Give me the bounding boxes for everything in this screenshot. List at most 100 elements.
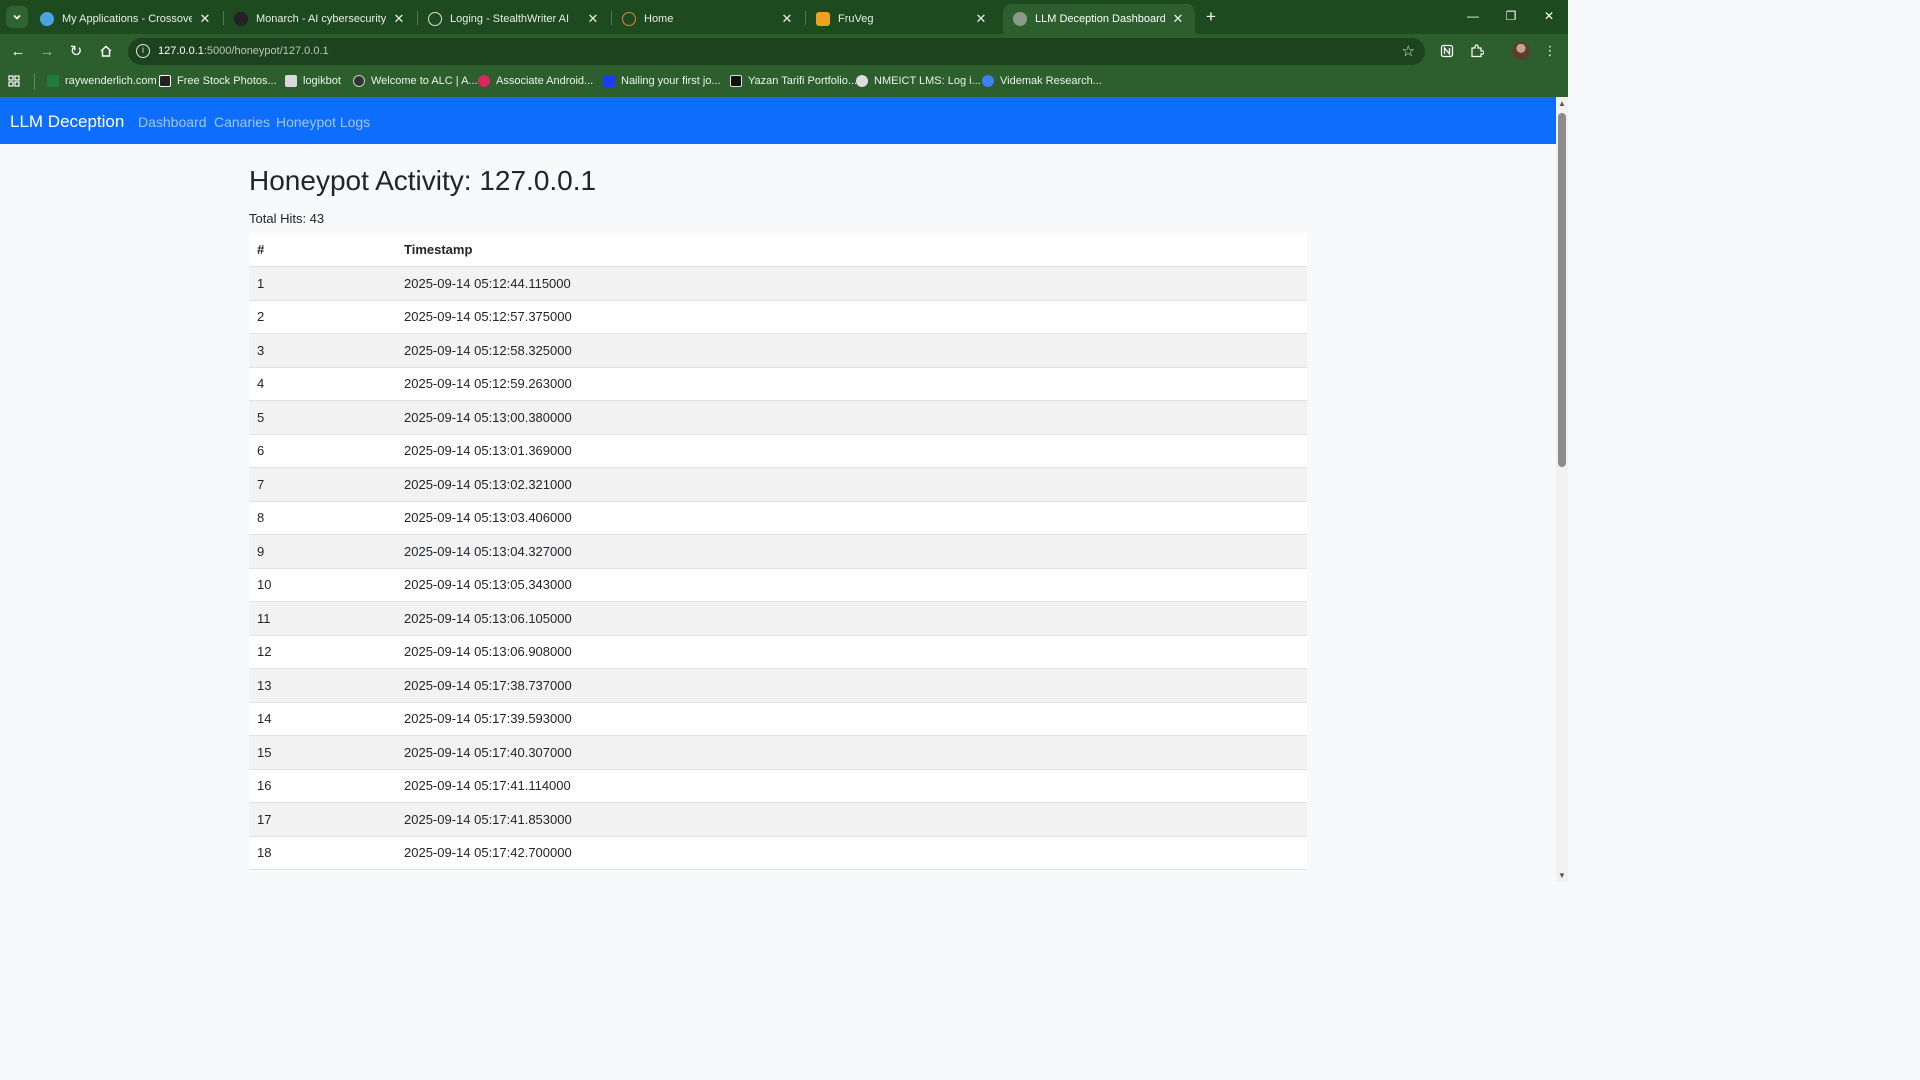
table-row: 3 2025-09-14 05:12:58.325000 xyxy=(249,333,1307,368)
profile-avatar[interactable] xyxy=(1512,42,1530,60)
home-button[interactable] xyxy=(96,41,116,61)
minimize-icon: — xyxy=(1467,9,1479,23)
close-tab-icon[interactable]: ✕ xyxy=(1171,11,1185,27)
bookmark-label: NMEICT LMS: Log i... xyxy=(874,75,981,87)
nav-link-honeypot-logs[interactable]: Honeypot Logs xyxy=(276,114,370,130)
tab-title: Monarch - AI cybersecurity proj xyxy=(256,13,386,25)
stealthwriter-favicon-icon xyxy=(428,12,442,26)
bookmark-yazan-tarifi[interactable]: Yazan Tarifi Portfolio... xyxy=(730,75,857,87)
table-row: 18 2025-09-14 05:17:42.700000 xyxy=(249,836,1307,870)
crossover-favicon-icon xyxy=(40,12,54,26)
nav-link-canaries[interactable]: Canaries xyxy=(214,114,270,130)
bookmark-nailing-first-job[interactable]: Nailing your first jo... xyxy=(603,75,721,87)
bookmark-nmeict-lms[interactable]: NMEICT LMS: Log i... xyxy=(856,75,981,87)
bookmark-logikbot[interactable]: logikbot xyxy=(285,75,341,87)
tab-search-button[interactable] xyxy=(6,6,28,28)
hit-timestamp-cell: 2025-09-14 05:17:40.307000 xyxy=(396,735,1307,770)
table-row: 4 2025-09-14 05:12:59.263000 xyxy=(249,367,1307,401)
tab-stealthwriter[interactable]: Loging - StealthWriter AI ✕ xyxy=(418,4,610,34)
table-row: 6 2025-09-14 05:13:01.369000 xyxy=(249,434,1307,468)
tab-strip: My Applications - Crossover ✕ Monarch - … xyxy=(0,0,1568,34)
table-row: 10 2025-09-14 05:13:05.343000 xyxy=(249,568,1307,602)
scroll-up-icon[interactable]: ▲ xyxy=(1558,99,1566,108)
bookmark-star-icon[interactable]: ☆ xyxy=(1402,42,1415,60)
tab-llm-deception-dashboard[interactable]: LLM Deception Dashboard ✕ xyxy=(1003,4,1195,34)
bookmark-videmak-research[interactable]: Videmak Research... xyxy=(982,75,1102,87)
back-button[interactable]: ← xyxy=(8,41,28,61)
hit-index-cell: 3 xyxy=(249,333,396,368)
hit-index-cell: 17 xyxy=(249,802,396,837)
arrow-right-icon: → xyxy=(39,42,55,60)
site-info-icon[interactable]: i xyxy=(136,44,150,58)
tab-fruveg[interactable]: FruVeg ✕ xyxy=(806,4,998,34)
bookmarks-bar: raywenderlich.com Free Stock Photos... l… xyxy=(0,68,1568,97)
nailing-favicon-icon xyxy=(603,75,615,87)
table-row: 16 2025-09-14 05:17:41.114000 xyxy=(249,769,1307,803)
bookmark-associate-android[interactable]: Associate Android... xyxy=(478,75,593,87)
home-favicon-icon xyxy=(622,12,636,26)
hit-index-cell: 1 xyxy=(249,266,396,301)
url-host: 127.0.0.1 xyxy=(158,45,204,57)
nav-link-dashboard[interactable]: Dashboard xyxy=(138,114,207,130)
hit-timestamp-cell: 2025-09-14 05:13:03.406000 xyxy=(396,501,1307,535)
table-row: 15 2025-09-14 05:17:40.307000 xyxy=(249,735,1307,770)
close-tab-icon[interactable]: ✕ xyxy=(974,11,988,27)
hit-timestamp-cell: 2025-09-14 05:17:42.700000 xyxy=(396,836,1307,870)
close-icon: ✕ xyxy=(1543,9,1555,23)
hit-timestamp-cell: 2025-09-14 05:13:00.380000 xyxy=(396,400,1307,435)
navbar-brand[interactable]: LLM Deception xyxy=(10,112,124,132)
scrollbar-thumb[interactable] xyxy=(1558,113,1566,467)
hit-index-cell: 16 xyxy=(249,769,396,803)
bookmark-label: Yazan Tarifi Portfolio... xyxy=(748,75,858,87)
close-window-button[interactable]: ✕ xyxy=(1534,6,1564,26)
address-bar[interactable]: i 127.0.0.1:5000/honeypot/127.0.0.1 ☆ xyxy=(128,38,1425,65)
tab-title: LLM Deception Dashboard xyxy=(1035,13,1165,25)
hit-timestamp-cell: 2025-09-14 05:13:06.908000 xyxy=(396,635,1307,669)
hit-index-cell: 14 xyxy=(249,702,396,736)
apps-grid-icon[interactable] xyxy=(8,75,20,87)
app-navbar: LLM Deception Dashboard Canaries Honeypo… xyxy=(0,97,1556,144)
table-row: 9 2025-09-14 05:13:04.327000 xyxy=(249,534,1307,569)
bookmark-welcome-to-alc[interactable]: Welcome to ALC | A... xyxy=(353,75,478,87)
table-row: 8 2025-09-14 05:13:03.406000 xyxy=(249,501,1307,535)
raywenderlich-favicon-icon xyxy=(47,75,59,87)
monarch-favicon-icon xyxy=(234,12,248,26)
hit-timestamp-cell: 2025-09-14 05:13:01.369000 xyxy=(396,434,1307,468)
hit-index-cell: 7 xyxy=(249,467,396,502)
hit-timestamp-cell: 2025-09-14 05:12:58.325000 xyxy=(396,333,1307,368)
nmeict-favicon-icon xyxy=(856,75,868,87)
bookmark-label: Welcome to ALC | A... xyxy=(371,75,478,87)
tab-crossover[interactable]: My Applications - Crossover ✕ xyxy=(30,4,222,34)
hit-index-cell: 15 xyxy=(249,735,396,770)
tab-monarch[interactable]: Monarch - AI cybersecurity proj ✕ xyxy=(224,4,416,34)
hit-timestamp-cell: 2025-09-14 05:17:39.593000 xyxy=(396,702,1307,736)
bookmark-label: raywenderlich.com xyxy=(65,75,157,87)
page-scrollbar[interactable]: ▲ ▼ xyxy=(1556,97,1568,882)
close-tab-icon[interactable]: ✕ xyxy=(780,11,794,27)
table-header-row: # Timestamp xyxy=(249,233,1307,267)
column-header-index: # xyxy=(249,233,396,267)
close-tab-icon[interactable]: ✕ xyxy=(392,11,406,27)
close-tab-icon[interactable]: ✕ xyxy=(198,11,212,27)
notion-extension-icon[interactable] xyxy=(1438,42,1456,60)
globe-favicon-icon xyxy=(1013,12,1027,26)
forward-button[interactable]: → xyxy=(37,41,57,61)
tab-title: FruVeg xyxy=(838,13,874,25)
close-tab-icon[interactable]: ✕ xyxy=(586,11,600,27)
restore-button[interactable]: ❐ xyxy=(1496,6,1526,26)
extensions-puzzle-icon[interactable] xyxy=(1468,42,1486,60)
bookmark-free-stock-photos[interactable]: Free Stock Photos... xyxy=(159,75,277,87)
tab-home[interactable]: Home ✕ xyxy=(612,4,804,34)
hit-timestamp-cell: 2025-09-14 05:17:41.853000 xyxy=(396,802,1307,837)
scroll-down-icon[interactable]: ▼ xyxy=(1558,871,1566,880)
hit-timestamp-cell: 2025-09-14 05:17:41.114000 xyxy=(396,769,1307,803)
browser-menu-icon[interactable]: ⋮ xyxy=(1541,42,1559,60)
logikbot-favicon-icon xyxy=(285,75,297,87)
minimize-button[interactable]: — xyxy=(1458,6,1488,26)
new-tab-button[interactable]: + xyxy=(1201,7,1221,27)
hit-index-cell: 12 xyxy=(249,635,396,669)
hit-timestamp-cell: 2025-09-14 05:13:02.321000 xyxy=(396,467,1307,502)
bookmark-raywenderlich[interactable]: raywenderlich.com xyxy=(47,75,157,87)
hit-index-cell: 6 xyxy=(249,434,396,468)
reload-button[interactable]: ↻ xyxy=(66,41,86,61)
